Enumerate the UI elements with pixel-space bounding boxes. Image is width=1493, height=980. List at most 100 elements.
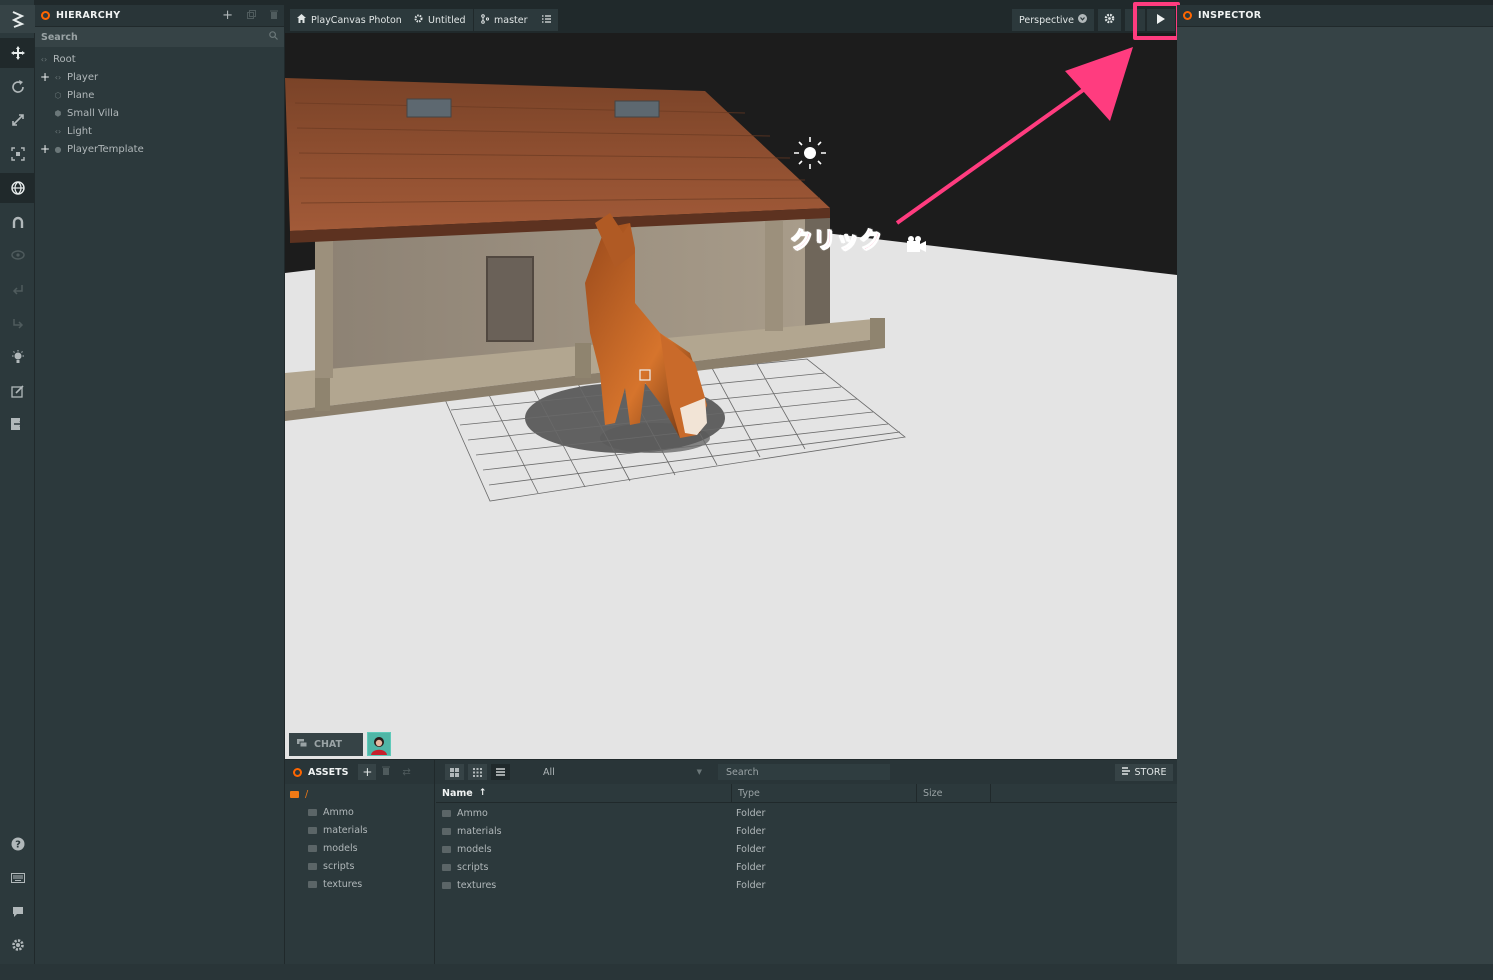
asset-name: Ammo — [457, 807, 488, 819]
scene-settings-gear-icon — [414, 14, 423, 26]
tree-item-small-villa[interactable]: ⬢ Small Villa — [35, 104, 284, 122]
tree-item-label: Light — [67, 125, 92, 137]
hierarchy-search[interactable]: Search — [35, 27, 284, 47]
tree-item-player[interactable]: + ‹› Player — [35, 68, 284, 86]
template-icon: ● — [54, 144, 62, 154]
folder-item[interactable]: scripts — [285, 857, 434, 875]
chat-button[interactable]: CHAT — [289, 733, 363, 756]
collapse-panel-icon[interactable] — [293, 767, 302, 777]
asset-row[interactable]: materials Folder — [436, 822, 1177, 840]
details-view-icon[interactable] — [491, 764, 510, 780]
expand-icon[interactable]: + — [38, 70, 52, 84]
assets-panel: ASSETS + ⇄ All ▼ Search STORE / Ammo mat… — [285, 759, 1177, 965]
add-asset-icon[interactable]: + — [358, 764, 377, 780]
assets-toolbar: All ▼ Search STORE — [435, 760, 1177, 784]
folder-icon — [442, 881, 451, 889]
tree-item-root[interactable]: ‹› Root — [35, 50, 284, 68]
assets-header: ASSETS + ⇄ — [285, 760, 435, 784]
folder-item[interactable]: materials — [285, 821, 434, 839]
camera-name: Perspective — [1019, 14, 1075, 26]
world-space-icon[interactable] — [0, 173, 35, 203]
project-name: PlayCanvas Photon — [311, 14, 402, 26]
user-avatar[interactable] — [367, 732, 391, 756]
undo-icon[interactable] — [0, 274, 35, 304]
folder-item[interactable]: Ammo — [285, 803, 434, 821]
publish-icon[interactable] — [0, 409, 35, 439]
asset-name-cell: scripts — [436, 862, 732, 873]
resize-element-tool-icon[interactable] — [0, 139, 35, 169]
large-grid-view-icon[interactable] — [445, 764, 464, 780]
expand-icon[interactable]: + — [38, 142, 52, 156]
delete-asset-icon[interactable] — [382, 766, 391, 778]
asset-list: Name ↑ Type Size Ammo Folder materials F… — [436, 784, 1177, 965]
column-name-label: Name — [442, 787, 473, 799]
list-icon — [542, 14, 551, 26]
folder-icon — [442, 809, 451, 817]
tree-item-label: Root — [53, 53, 76, 65]
translate-tool-icon[interactable] — [0, 38, 35, 68]
collapse-panel-icon[interactable] — [1183, 11, 1192, 20]
duplicate-entity-icon[interactable] — [247, 9, 256, 22]
folder-icon — [290, 790, 299, 798]
asset-row[interactable]: Ammo Folder — [436, 804, 1177, 822]
folder-icon — [308, 880, 317, 888]
folder-label: models — [323, 842, 358, 854]
asset-search-input[interactable]: Search — [718, 764, 890, 780]
feedback-icon[interactable] — [0, 897, 35, 927]
lightmapper-bulb-icon[interactable] — [0, 342, 35, 372]
delete-entity-icon[interactable] — [270, 10, 278, 22]
folder-root[interactable]: / — [285, 785, 434, 803]
folder-icon — [308, 826, 317, 834]
scale-tool-icon[interactable] — [0, 105, 35, 135]
store-button[interactable]: STORE — [1115, 764, 1173, 781]
asset-row[interactable]: models Folder — [436, 840, 1177, 858]
settings-gear-icon[interactable] — [0, 930, 35, 960]
search-icon — [269, 31, 278, 43]
folder-icon — [308, 862, 317, 870]
asset-row[interactable]: textures Folder — [436, 876, 1177, 894]
asset-folder-tree: / Ammo materials models scripts textures — [285, 784, 435, 965]
annotation-label: クリック — [790, 228, 883, 255]
refresh-asset-icon[interactable]: ⇄ — [402, 767, 410, 778]
column-type-label: Type — [738, 787, 760, 799]
inspector-title: INSPECTOR — [1198, 10, 1262, 21]
keyboard-shortcuts-icon[interactable] — [0, 863, 35, 893]
rotate-tool-icon[interactable] — [0, 72, 35, 102]
scene-list-button[interactable] — [535, 9, 558, 31]
project-tab[interactable]: PlayCanvas Photon — [290, 9, 409, 31]
viewport-canvas[interactable]: クリック — [285, 33, 1177, 759]
tree-item-light[interactable]: ‹› Light — [35, 122, 284, 140]
redo-icon[interactable] — [0, 308, 35, 338]
gear-icon — [1104, 13, 1115, 27]
column-header-name[interactable]: Name ↑ — [436, 784, 732, 802]
code-editor-icon[interactable] — [0, 376, 35, 406]
tree-item-plane[interactable]: ⬡ Plane — [35, 86, 284, 104]
add-entity-icon[interactable]: + — [222, 8, 233, 23]
tree-item-player-template[interactable]: + ● PlayerTemplate — [35, 140, 284, 158]
dropdown-arrow-icon: ▼ — [696, 768, 702, 776]
snap-magnet-icon[interactable] — [0, 207, 35, 237]
folder-item[interactable]: models — [285, 839, 434, 857]
help-icon[interactable]: ? — [0, 829, 35, 859]
editor-settings-button[interactable] — [1098, 9, 1121, 31]
folder-label: scripts — [323, 860, 355, 872]
camera-select[interactable]: Perspective — [1012, 9, 1094, 31]
column-header-type[interactable]: Type — [732, 784, 917, 802]
collapse-panel-icon[interactable] — [41, 11, 50, 20]
scene-tab[interactable]: Untitled — [407, 9, 473, 31]
hierarchy-title: HIERARCHY — [56, 10, 121, 21]
assets-title: ASSETS — [308, 766, 349, 778]
small-grid-view-icon[interactable] — [468, 764, 487, 780]
asset-row[interactable]: scripts Folder — [436, 858, 1177, 876]
playcanvas-logo-icon[interactable] — [0, 5, 35, 33]
branch-tab[interactable]: master — [474, 9, 535, 31]
column-header-size[interactable]: Size — [917, 784, 991, 802]
focus-eye-icon[interactable] — [0, 240, 35, 270]
branch-name: master — [494, 14, 528, 26]
tree-item-label: Player — [67, 71, 99, 83]
svg-text:?: ? — [15, 840, 21, 851]
hierarchy-search-input[interactable]: Search — [41, 32, 78, 43]
asset-type-filter[interactable]: All ▼ — [535, 764, 710, 780]
folder-item[interactable]: textures — [285, 875, 434, 893]
asset-name: materials — [457, 825, 502, 837]
